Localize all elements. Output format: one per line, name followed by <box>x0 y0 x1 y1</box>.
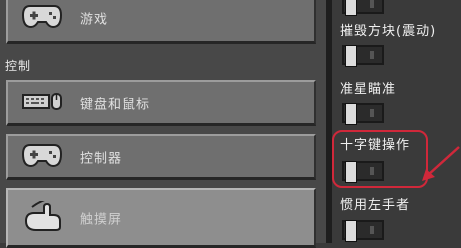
settings-options-panel: 摧毁方块(震动) 准星瞄准 十字键操作 惯用左手者 <box>332 0 461 243</box>
left-handed-label: 惯用左手者 <box>340 198 411 213</box>
controller-button[interactable]: 控制器 <box>6 134 316 180</box>
touch-screen-label: 触摸屏 <box>80 212 123 227</box>
toggle-knob <box>345 0 357 16</box>
toggle-knob <box>345 103 357 125</box>
left-handed-toggle[interactable] <box>342 220 384 242</box>
annotation-highlight-box <box>332 130 428 188</box>
games-button[interactable]: 游戏 <box>6 0 316 44</box>
gamepad-icon <box>21 142 63 172</box>
touch-screen-button[interactable]: 触摸屏 <box>6 188 316 248</box>
destroy-block-vibration-label: 摧毁方块(震动) <box>340 24 437 39</box>
toggle-indicator <box>370 51 374 59</box>
controller-label: 控制器 <box>80 151 123 166</box>
touch-hand-icon <box>22 197 62 235</box>
toggle-indicator <box>370 109 374 117</box>
keyboard-mouse-label: 键盘和鼠标 <box>80 97 151 112</box>
crosshair-aim-toggle[interactable] <box>342 103 384 125</box>
controls-section-title: 控制 <box>5 59 32 73</box>
settings-sidebar: 游戏 控制 键盘和鼠标 控制器 触摸屏 <box>0 0 326 248</box>
crosshair-aim-label: 准星瞄准 <box>340 82 397 97</box>
gamepad-icon <box>21 3 63 33</box>
games-label: 游戏 <box>80 12 109 27</box>
toggle-indicator <box>370 226 374 234</box>
option-toggle-top[interactable] <box>342 0 384 16</box>
keyboard-mouse-icon <box>22 91 62 115</box>
destroy-block-vibration-toggle[interactable] <box>342 45 384 67</box>
keyboard-mouse-button[interactable]: 键盘和鼠标 <box>6 80 316 126</box>
toggle-knob <box>345 220 357 242</box>
toggle-indicator <box>370 0 374 8</box>
toggle-knob <box>345 45 357 67</box>
red-arrow-icon <box>420 145 461 189</box>
